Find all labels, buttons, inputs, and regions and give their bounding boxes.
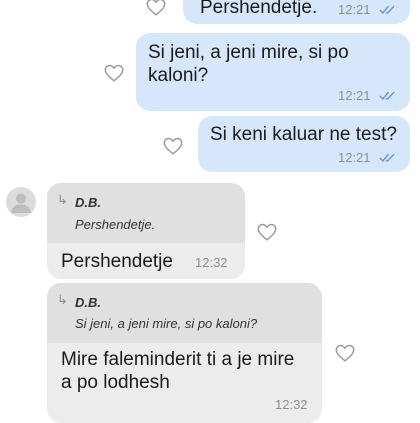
message-time: 12:32 [195,255,228,270]
double-check-icon [379,4,398,15]
message-time: 12:21 [338,88,371,103]
quote-text: Pershendetje. [75,217,156,232]
message-time: 12:21 [338,2,371,17]
quote-author: D.B. [75,295,101,310]
quoted-message[interactable]: ↳ D.B. Pershendetje. [47,183,245,243]
heart-outline-icon[interactable] [256,221,278,243]
incoming-message[interactable]: ↳ D.B. Pershendetje. Pershendetje 12:32 [47,183,245,279]
double-check-icon [379,152,398,163]
heart-outline-icon[interactable] [145,0,167,18]
message-text: Pershendetje [61,251,173,272]
double-check-icon [379,90,398,101]
heart-outline-icon[interactable] [103,62,125,84]
message-time: 12:32 [275,397,308,412]
heart-outline-icon[interactable] [334,342,356,364]
outgoing-message[interactable]: Si jeni, a jeni mire, si po kaloni? 12:2… [136,33,410,111]
outgoing-message[interactable]: Si keni kaluar ne test? 12:21 [198,116,410,172]
quote-author: D.B. [75,195,101,210]
reply-arrow-icon: ↳ [57,192,68,207]
quoted-message[interactable]: ↳ D.B. Si jeni, a jeni mire, si po kalon… [47,283,322,343]
user-avatar-icon[interactable] [6,187,36,217]
quote-text: Si jeni, a jeni mire, si po kaloni? [75,316,258,331]
message-time: 12:21 [338,150,371,165]
message-text: Si keni kaluar ne test? [210,124,397,145]
reply-arrow-icon: ↳ [57,292,68,307]
message-text-line-2: kaloni? [148,65,209,86]
message-text-line-1: Mire faleminderit ti a je mire [61,349,295,370]
incoming-message[interactable]: ↳ D.B. Si jeni, a jeni mire, si po kalon… [47,283,322,423]
message-text: Pershendetje. [200,0,318,18]
heart-outline-icon[interactable] [162,135,184,157]
outgoing-message[interactable]: Pershendetje. 12:21 [183,0,410,24]
message-text-line-2: a po lodhesh [61,372,170,393]
message-text-line-1: Si jeni, a jeni mire, si po [148,42,349,63]
